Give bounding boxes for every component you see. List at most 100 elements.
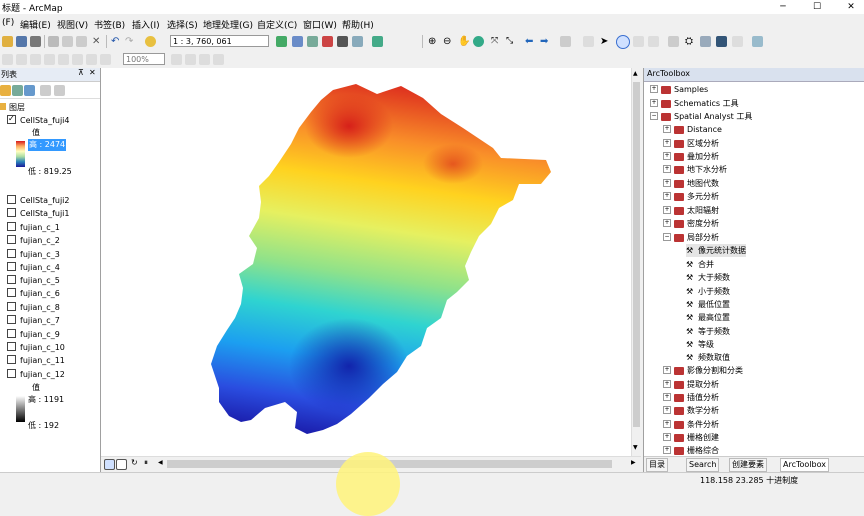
layer-checkbox[interactable] [7, 315, 16, 324]
tool-rank[interactable]: ⚒ 等级 [686, 338, 714, 351]
menu-windows[interactable]: 窗口(W) [303, 18, 337, 31]
expand-icon[interactable]: + [663, 218, 671, 227]
layer-item[interactable]: fujian_c_1 [7, 222, 60, 234]
tool-less-than-frequency[interactable]: ⚒ 小于频数 [686, 285, 730, 298]
focus-data-frame-icon[interactable] [185, 54, 196, 65]
tab-arctoolbox[interactable]: ArcToolbox [780, 458, 829, 472]
search-window-icon[interactable] [372, 36, 383, 47]
toolset-conditional[interactable]: + 条件分析 [663, 418, 719, 431]
layer-item[interactable]: fujian_c_4 [7, 262, 60, 274]
measure-icon[interactable] [668, 36, 679, 47]
toc-options-icon[interactable] [54, 85, 65, 96]
expand-icon[interactable]: + [663, 178, 671, 187]
expand-icon[interactable]: + [663, 405, 671, 414]
expand-icon[interactable]: + [663, 365, 671, 374]
layer-checkbox[interactable] [7, 222, 16, 231]
editor-toolbar-icon[interactable] [276, 36, 287, 47]
cut-icon[interactable] [48, 36, 59, 47]
toolset-multivariate[interactable]: + 多元分析 [663, 190, 719, 203]
expand-icon[interactable]: + [650, 98, 658, 107]
layout-view-icon[interactable] [116, 459, 127, 470]
toolset-map-algebra[interactable]: + 地图代数 [663, 177, 719, 190]
menu-bookmarks[interactable]: 书签(B) [94, 18, 125, 31]
toolbox-spatial-analyst[interactable]: − Spatial Analyst 工具 [650, 110, 752, 123]
toolbox-schematics[interactable]: + Schematics 工具 [650, 97, 739, 110]
expand-icon[interactable]: + [663, 191, 671, 200]
tool-lowest-position[interactable]: ⚒ 最低位置 [686, 298, 730, 311]
toolset-groundwater[interactable]: + 地下水分析 [663, 163, 727, 176]
pin-icon[interactable]: ⊼ [78, 68, 84, 77]
list-by-drawing-order-icon[interactable] [0, 85, 11, 96]
expand-icon[interactable]: + [663, 138, 671, 147]
layer-checkbox[interactable] [7, 208, 16, 217]
create-viewer-window-icon[interactable] [752, 36, 763, 47]
layout-zoom-in-icon[interactable] [2, 54, 13, 65]
list-by-visibility-icon[interactable] [24, 85, 35, 96]
tool-equal-to-frequency[interactable]: ⚒ 等于频数 [686, 325, 730, 338]
refresh-icon[interactable]: ↻ [131, 458, 138, 467]
layer-item[interactable]: fujian_c_8 [7, 302, 60, 314]
layer-checkbox[interactable] [7, 342, 16, 351]
toolset-raster-creation[interactable]: + 栅格创建 [663, 431, 719, 444]
layer-item[interactable]: fujian_c_10 [7, 342, 65, 354]
tool-greater-than-frequency[interactable]: ⚒ 大于频数 [686, 271, 730, 284]
menu-file[interactable]: (F) [2, 18, 14, 28]
toolset-segmentation[interactable]: + 影像分割和分类 [663, 364, 743, 377]
layer-checkbox[interactable] [7, 262, 16, 271]
toolset-overlay[interactable]: + 叠加分析 [663, 150, 719, 163]
menu-customize[interactable]: 自定义(C) [257, 18, 297, 31]
layout-forward-icon[interactable] [86, 54, 97, 65]
layout-pan-icon[interactable] [30, 54, 41, 65]
layer-checkbox[interactable] [7, 249, 16, 258]
expand-icon[interactable]: + [663, 419, 671, 428]
expand-icon[interactable]: + [650, 84, 658, 93]
expand-icon[interactable]: + [663, 392, 671, 401]
layer-item[interactable]: fujian_c_5 [7, 275, 60, 287]
minimize-button[interactable]: ─ [772, 0, 794, 14]
fixed-zoom-out-icon[interactable]: ⤡ [506, 36, 517, 47]
toolset-distance[interactable]: + Distance [663, 123, 722, 136]
arctoolbox-icon[interactable] [322, 36, 333, 47]
menu-insert[interactable]: 插入(I) [132, 18, 160, 31]
close-button[interactable]: ✕ [840, 0, 862, 14]
scroll-thumb[interactable] [633, 82, 640, 427]
data-driven-pages-icon[interactable] [213, 54, 224, 65]
toolset-extraction[interactable]: + 提取分析 [663, 378, 719, 391]
layer-item[interactable]: CellSta_fuji1 [7, 208, 70, 220]
change-layout-icon[interactable] [199, 54, 210, 65]
menu-geoprocessing[interactable]: 地理处理(G) [203, 18, 253, 31]
layer-checkbox[interactable] [7, 288, 16, 297]
collapse-icon[interactable]: − [650, 111, 658, 120]
model-builder-icon[interactable] [352, 36, 363, 47]
expand-icon[interactable]: + [663, 151, 671, 160]
list-by-selection-icon[interactable] [40, 85, 51, 96]
layout-back-icon[interactable] [72, 54, 83, 65]
clear-selection-icon[interactable] [583, 36, 594, 47]
layout-zoom-combo[interactable]: 100% [123, 53, 165, 65]
zoom-out-icon[interactable]: ⊖ [443, 36, 454, 47]
expand-icon[interactable]: + [663, 124, 671, 133]
tool-popularity[interactable]: ⚒ 频数取值 [686, 351, 730, 364]
tool-combine[interactable]: ⚒ 合并 [686, 258, 714, 271]
delete-icon[interactable]: ✕ [92, 36, 103, 47]
scroll-right-icon[interactable]: ▶ [631, 459, 636, 466]
layer-item-active[interactable]: CellSta_fuji4 [7, 113, 70, 127]
tab-create-features[interactable]: 创建要素 [729, 458, 767, 472]
layer-checkbox[interactable] [7, 235, 16, 244]
toolset-zonal[interactable]: + 区域分析 [663, 137, 719, 150]
layer-checkbox[interactable] [7, 302, 16, 311]
layer-checkbox[interactable] [7, 369, 16, 378]
toolset-interpolation[interactable]: + 插值分析 [663, 391, 719, 404]
save-icon[interactable] [16, 36, 27, 47]
copy-icon[interactable] [62, 36, 73, 47]
expand-icon[interactable]: + [663, 205, 671, 214]
layer-checkbox[interactable] [7, 275, 16, 284]
map-scale-combo[interactable]: 1 : 3, 760, 061 [170, 35, 269, 47]
tab-search[interactable]: Search [686, 458, 720, 472]
layer-checkbox[interactable] [7, 329, 16, 338]
expand-icon[interactable]: + [663, 445, 671, 454]
layer-item[interactable]: CellSta_fuji2 [7, 195, 70, 207]
table-of-contents-icon[interactable] [292, 36, 303, 47]
data-view-icon[interactable] [104, 459, 115, 470]
zoom-100-icon[interactable] [58, 54, 69, 65]
